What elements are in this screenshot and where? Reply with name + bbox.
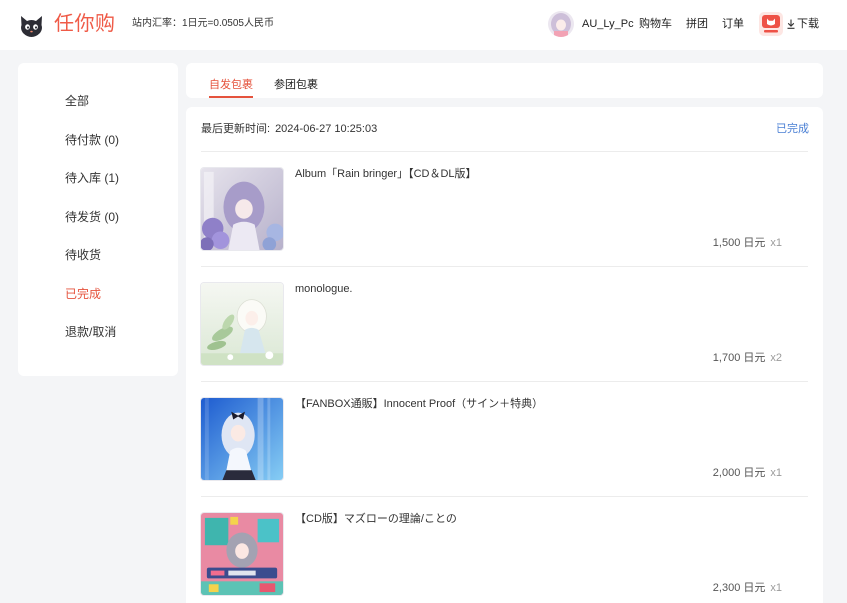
- product-price: 1,700 日元: [712, 352, 766, 364]
- sidebar-item-pending-shipment[interactable]: 待发货 (0): [18, 198, 178, 237]
- nav-orders-link[interactable]: 订单: [722, 17, 744, 31]
- sidebar-item-label: 全部: [65, 94, 90, 108]
- download-link[interactable]: 下载: [787, 17, 819, 31]
- sidebar-item-label: 已完成: [65, 286, 102, 301]
- last-updated-time: 2024-06-27 10:25:03: [275, 123, 378, 135]
- product-title[interactable]: monologue.: [295, 282, 353, 296]
- sidebar-item-label: 退款/取消: [65, 325, 117, 339]
- sidebar-item-pending-payment[interactable]: 待付款 (0): [18, 121, 178, 160]
- product-quantity: x2: [770, 352, 782, 364]
- product-quantity: x1: [770, 467, 782, 479]
- sidebar-item-label: 待发货 (0): [65, 209, 120, 224]
- product-thumbnail[interactable]: [200, 397, 284, 481]
- exchange-rate: 站内汇率：1日元=0.0505人民币: [132, 18, 274, 29]
- order-status-sidebar: 全部 待付款 (0) 待入库 (1) 待发货 (0) 待收货 已完成 退款/取消: [18, 63, 178, 376]
- list-item: monologue. 1,700 日元 x2: [200, 267, 808, 382]
- last-updated: 最后更新时间: 2024-06-27 10:25:03: [201, 122, 377, 136]
- product-quantity: x1: [770, 582, 782, 594]
- avatar[interactable]: [548, 11, 574, 37]
- tab-group-package[interactable]: 参团包裹: [274, 63, 318, 98]
- product-quantity: x1: [770, 237, 782, 249]
- product-title[interactable]: Album「Rain bringer」【CD＆DL版】: [295, 167, 477, 181]
- app-icon[interactable]: [759, 12, 783, 36]
- username-link[interactable]: AU_Ly_Pc: [582, 17, 634, 31]
- product-thumbnail[interactable]: [200, 282, 284, 366]
- top-header: 任你购 站内汇率：1日元=0.0505人民币 AU_Ly_Pc 购物车 拼团 订…: [0, 0, 847, 50]
- download-icon: [787, 19, 795, 29]
- sidebar-item-pending-warehouse[interactable]: 待入库 (1): [18, 159, 178, 198]
- download-label: 下载: [797, 18, 819, 30]
- list-item: 【CD版】マズローの理論/ことの 2,300 日元 x1: [200, 497, 808, 603]
- order-card: 最后更新时间: 2024-06-27 10:25:03 已完成 Album「Ra…: [186, 107, 823, 603]
- list-item: 【FANBOX通販】Innocent Proof（サイン＋特典） 2,000 日…: [200, 382, 808, 497]
- package-tabs: 自发包裹 参团包裹: [186, 63, 823, 98]
- order-item-list: Album「Rain bringer」【CD＆DL版】 1,500 日元 x1: [200, 152, 808, 603]
- product-price: 1,500 日元: [712, 237, 766, 249]
- tab-self-package[interactable]: 自发包裹: [209, 63, 253, 98]
- product-title[interactable]: 【CD版】マズローの理論/ことの: [295, 512, 457, 526]
- price-row: 2,300 日元 x1: [713, 581, 782, 595]
- price-row: 1,500 日元 x1: [713, 236, 782, 250]
- sidebar-item-refund-cancel[interactable]: 退款/取消: [18, 313, 178, 352]
- list-item: Album「Rain bringer」【CD＆DL版】 1,500 日元 x1: [200, 152, 808, 267]
- product-price: 2,000 日元: [712, 467, 766, 479]
- sidebar-item-completed[interactable]: 已完成: [18, 275, 178, 314]
- sidebar-item-label: 待付款 (0): [65, 132, 120, 147]
- sidebar-item-label: 待入库 (1): [65, 171, 120, 185]
- nav-cart-link[interactable]: 购物车: [639, 17, 672, 31]
- nav-group-buy-link[interactable]: 拼团: [686, 17, 708, 31]
- product-title[interactable]: 【FANBOX通販】Innocent Proof（サイン＋特典）: [295, 397, 543, 411]
- status-badge: 已完成: [776, 123, 809, 135]
- order-header: 最后更新时间: 2024-06-27 10:25:03 已完成: [201, 107, 809, 152]
- sidebar-item-label: 待收货: [65, 248, 102, 262]
- cat-logo-icon[interactable]: [18, 11, 45, 38]
- sidebar-item-all[interactable]: 全部: [18, 82, 178, 121]
- sidebar-item-pending-receipt[interactable]: 待收货: [18, 236, 178, 275]
- product-price: 2,300 日元: [712, 582, 766, 594]
- product-thumbnail[interactable]: [200, 512, 284, 596]
- price-row: 1,700 日元 x2: [713, 351, 782, 365]
- last-updated-label: 最后更新时间:: [201, 123, 271, 135]
- product-thumbnail[interactable]: [200, 167, 284, 251]
- brand-logo[interactable]: 任你购: [54, 10, 116, 38]
- price-row: 2,000 日元 x1: [713, 466, 782, 480]
